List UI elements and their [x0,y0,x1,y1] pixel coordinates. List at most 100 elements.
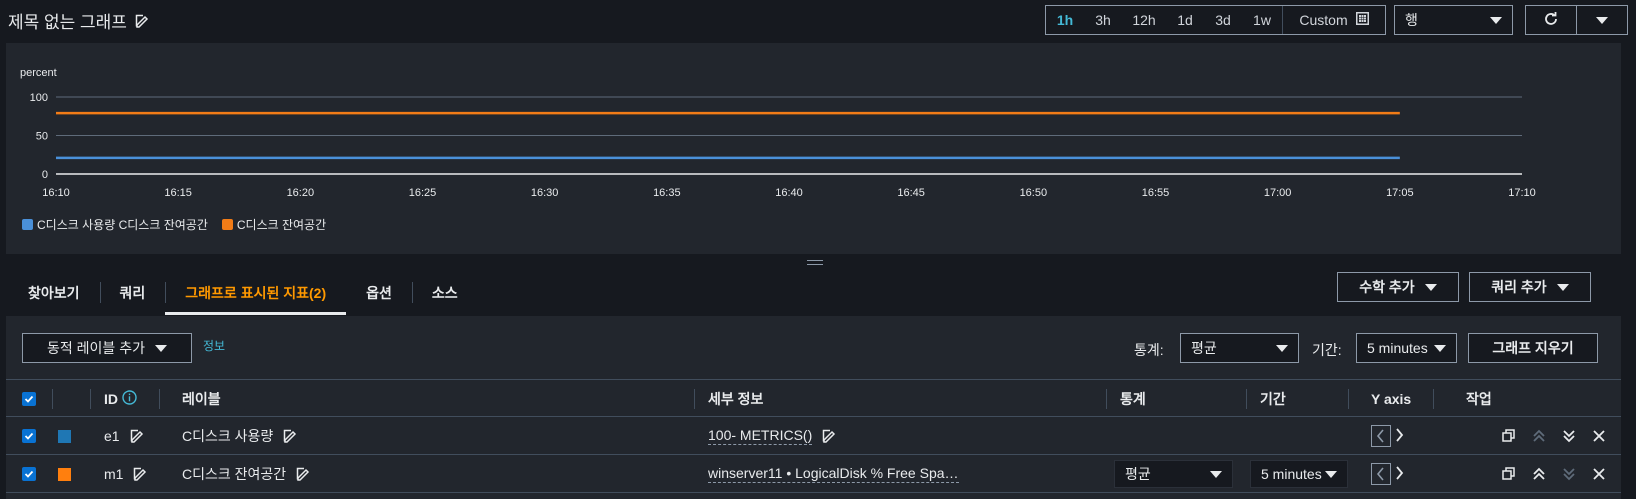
info-link[interactable]: 정보 [203,337,225,354]
close-icon[interactable] [1591,466,1607,482]
y-tick-label: 50 [36,131,48,143]
add-math-button[interactable]: 수학 추가 [1337,272,1459,302]
legend-label: C디스크 잔여공간 [236,218,327,232]
legend-item-free[interactable]: C디스크 잔여공간 [221,216,327,233]
refresh-button-group [1525,5,1628,35]
refresh-icon [1543,11,1559,30]
range-12h[interactable]: 12h [1122,6,1166,34]
edit-icon[interactable] [283,429,297,443]
row-details[interactable]: winserver11 • LogicalDisk % Free Spa… [708,465,959,483]
add-query-label: 쿼리 추가 [1491,279,1547,295]
period-value: 5 minutes [1367,340,1428,356]
range-3d[interactable]: 3d [1204,6,1242,34]
tab-graphed-metrics[interactable]: 그래프로 표시된 지표(2) [165,270,346,315]
select-all-cell [22,380,36,418]
add-math-label: 수학 추가 [1359,279,1415,295]
edit-icon[interactable] [135,14,149,28]
range-1d[interactable]: 1d [1166,6,1204,34]
row-details-cell: 100- METRICS() [708,417,836,455]
move-up-icon[interactable] [1531,466,1547,482]
add-dynamic-label-text: 동적 레이블 추가 [47,340,145,356]
chevron-right-icon[interactable] [1395,465,1405,483]
yaxis-toggle[interactable] [1371,463,1405,485]
select-all-checkbox[interactable] [22,392,36,406]
close-icon[interactable] [1591,428,1607,444]
range-3h[interactable]: 3h [1084,6,1122,34]
move-up-icon [1531,428,1547,444]
color-swatch[interactable] [58,467,71,481]
legend-swatch [22,219,33,230]
column-separator [1246,389,1247,409]
row-color-cell [58,455,71,493]
column-id[interactable]: ID [104,380,137,418]
column-separator [694,389,695,409]
edit-icon[interactable] [296,467,310,481]
metrics-tabs: 찾아보기 쿼리 그래프로 표시된 지표(2) 옵션 소스 [8,270,478,315]
edit-icon[interactable] [133,467,147,481]
column-actions: 작업 [1466,391,1492,407]
tab-options[interactable]: 옵션 [346,270,412,315]
x-tick-label: 16:15 [164,187,192,199]
column-yaxis[interactable]: Y axis [1371,380,1411,418]
move-down-icon [1561,466,1577,482]
tab-source[interactable]: 소스 [411,270,478,315]
column-details[interactable]: 세부 정보 [708,380,763,418]
refresh-button[interactable] [1526,6,1577,34]
edit-icon[interactable] [130,429,144,443]
range-1h[interactable]: 1h [1046,6,1084,34]
row-statistic-value: 평균 [1125,466,1151,482]
chart-legend: C디스크 사용량 C디스크 잔여공간 C디스크 잔여공간 [22,216,326,233]
row-statistic-select[interactable]: 평균 [1114,460,1233,488]
column-period[interactable]: 기간 [1260,380,1286,418]
row-checkbox[interactable] [22,429,36,443]
duplicate-icon[interactable] [1501,466,1517,482]
column-label[interactable]: 레이블 [182,380,221,418]
yaxis-toggle[interactable] [1371,425,1405,447]
row-period-select[interactable]: 5 minutes [1250,460,1348,488]
calendar-icon [1355,12,1369,28]
view-type-value: 행 [1405,12,1418,28]
graph-title: 제목 없는 그래프 [8,8,149,33]
chevron-left-icon[interactable] [1371,463,1391,485]
duplicate-icon[interactable] [1501,428,1517,444]
statistic-value: 평균 [1191,340,1217,356]
row-checkbox[interactable] [22,467,36,481]
legend-item-usage[interactable]: C디스크 사용량 C디스크 잔여공간 [22,216,208,233]
resize-handle[interactable] [807,260,823,268]
edit-icon[interactable] [822,429,836,443]
chevron-right-icon[interactable] [1395,427,1405,445]
column-statistic[interactable]: 통계 [1120,380,1146,418]
x-tick-label: 16:25 [409,187,437,199]
column-id-label: ID [104,391,118,407]
move-down-icon[interactable] [1561,428,1577,444]
chevron-left-icon[interactable] [1371,425,1391,447]
row-actions-cell [1501,455,1607,493]
row-details-cell: winserver11 • LogicalDisk % Free Spa… [708,455,959,493]
view-type-select[interactable]: 행 [1394,5,1513,35]
color-swatch[interactable] [58,429,71,443]
range-1w[interactable]: 1w [1242,6,1282,34]
tab-query[interactable]: 쿼리 [99,270,166,315]
statistic-select[interactable]: 평균 [1180,333,1299,363]
metrics-table-header: ID 레이블 세부 정보 통계 기간 Y axis 작업 [6,379,1621,417]
time-range-group: 1h 3h 12h 1d 3d 1w Custom [1045,5,1386,35]
tab-browse[interactable]: 찾아보기 [8,270,100,315]
x-tick-label: 16:45 [897,187,925,199]
add-query-button[interactable]: 쿼리 추가 [1469,272,1591,302]
period-select[interactable]: 5 minutes [1356,333,1457,363]
refresh-options-button[interactable] [1577,6,1627,34]
caret-down-icon [1424,283,1437,291]
column-separator [52,389,53,409]
row-actions-cell [1501,417,1607,455]
add-dynamic-label-button[interactable]: 동적 레이블 추가 [22,333,192,363]
column-separator [1348,389,1349,409]
legend-swatch [221,219,233,230]
info-icon[interactable] [122,390,137,408]
row-label: C디스크 사용량 [182,428,274,444]
clear-graph-button[interactable]: 그래프 지우기 [1468,333,1598,363]
table-row: m1 C디스크 잔여공간 winserver11 • LogicalDisk %… [6,455,1621,493]
range-custom-button[interactable]: Custom [1282,6,1385,34]
x-tick-label: 16:10 [42,187,70,199]
row-details[interactable]: 100- METRICS() [708,427,813,445]
row-statistic-cell: 평균 [1114,455,1233,493]
